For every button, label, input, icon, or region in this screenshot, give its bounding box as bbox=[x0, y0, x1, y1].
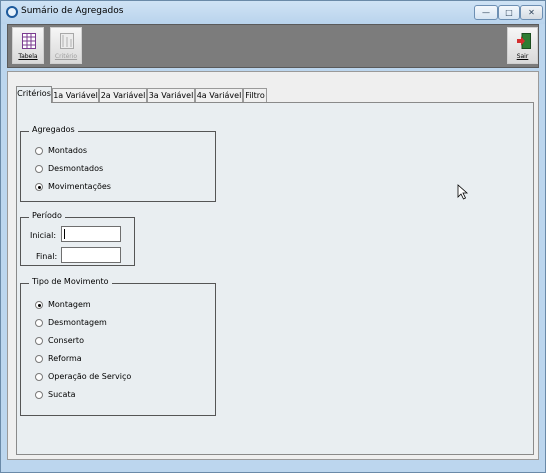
tabela-label: Tabela bbox=[18, 53, 38, 60]
radio-label: Operação de Serviço bbox=[48, 372, 132, 381]
radio-label: Sucata bbox=[48, 390, 76, 399]
exit-door-icon bbox=[517, 33, 531, 49]
sair-label: Sair bbox=[516, 53, 529, 60]
grid-icon bbox=[22, 33, 36, 49]
radio-label: Montados bbox=[48, 146, 88, 155]
app-icon bbox=[6, 6, 18, 18]
tab-filtro[interactable]: Filtro bbox=[243, 88, 267, 102]
minimize-icon: — bbox=[482, 8, 490, 17]
tab-1a-variavel[interactable]: 1a Variável bbox=[52, 88, 99, 102]
maximize-button[interactable]: □ bbox=[498, 5, 520, 20]
radio-button[interactable] bbox=[35, 337, 43, 345]
radio-button[interactable] bbox=[35, 301, 43, 309]
minimize-button[interactable]: — bbox=[474, 5, 498, 20]
window-title: Sumário de Agregados bbox=[21, 6, 124, 16]
close-icon: ✕ bbox=[528, 8, 535, 17]
radio-button[interactable] bbox=[35, 355, 43, 363]
criteria-icon bbox=[60, 33, 74, 49]
text-caret bbox=[64, 229, 65, 239]
final-label: Final: bbox=[36, 252, 58, 261]
tipo-movimento-group: Tipo de Movimento Montagem Desmontagem C… bbox=[20, 277, 216, 416]
radio-label: Movimentações bbox=[48, 182, 111, 191]
criterio-label: Critério bbox=[54, 53, 78, 60]
tab-criterios[interactable]: Critérios bbox=[16, 86, 52, 103]
inicial-label: Inicial: bbox=[30, 231, 57, 240]
radio-label: Conserto bbox=[48, 336, 84, 345]
tab-2a-variavel[interactable]: 2a Variável bbox=[99, 88, 147, 102]
content-area: Critérios 1a Variável 2a Variável 3a Var… bbox=[7, 71, 539, 460]
radio-button[interactable] bbox=[35, 319, 43, 327]
app-window: Sumário de Agregados — □ ✕ Tabela Critér… bbox=[0, 0, 546, 473]
inicial-field[interactable] bbox=[61, 226, 121, 242]
criterio-button[interactable]: Critério bbox=[50, 27, 82, 64]
radio-button[interactable] bbox=[35, 183, 43, 191]
agregados-group: Agregados Montados Desmontados Movimenta… bbox=[20, 125, 216, 202]
mouse-pointer-icon bbox=[457, 184, 469, 200]
radio-button[interactable] bbox=[35, 147, 43, 155]
radio-label: Desmontados bbox=[48, 164, 104, 173]
tab-4a-variavel[interactable]: 4a Variável bbox=[195, 88, 243, 102]
agregados-title: Agregados bbox=[29, 125, 78, 134]
radio-button[interactable] bbox=[35, 373, 43, 381]
final-field[interactable] bbox=[61, 247, 121, 263]
tipo-movimento-title: Tipo de Movimento bbox=[29, 277, 112, 286]
close-button[interactable]: ✕ bbox=[520, 5, 543, 20]
tabela-button[interactable]: Tabela bbox=[12, 27, 44, 64]
toolbar: Tabela Critério Sair bbox=[7, 24, 539, 68]
periodo-group: Período Inicial: Final: bbox=[20, 211, 135, 266]
sair-button[interactable]: Sair bbox=[507, 27, 538, 64]
title-bar[interactable]: Sumário de Agregados — □ ✕ bbox=[1, 1, 545, 24]
periodo-title: Período bbox=[29, 211, 65, 220]
radio-label: Reforma bbox=[48, 354, 82, 363]
radio-label: Montagem bbox=[48, 300, 91, 309]
radio-label: Desmontagem bbox=[48, 318, 107, 327]
tab-3a-variavel[interactable]: 3a Variável bbox=[147, 88, 195, 102]
radio-button[interactable] bbox=[35, 165, 43, 173]
tab-panel-criterios: Agregados Montados Desmontados Movimenta… bbox=[16, 102, 534, 455]
maximize-icon: □ bbox=[505, 8, 513, 17]
radio-button[interactable] bbox=[35, 391, 43, 399]
